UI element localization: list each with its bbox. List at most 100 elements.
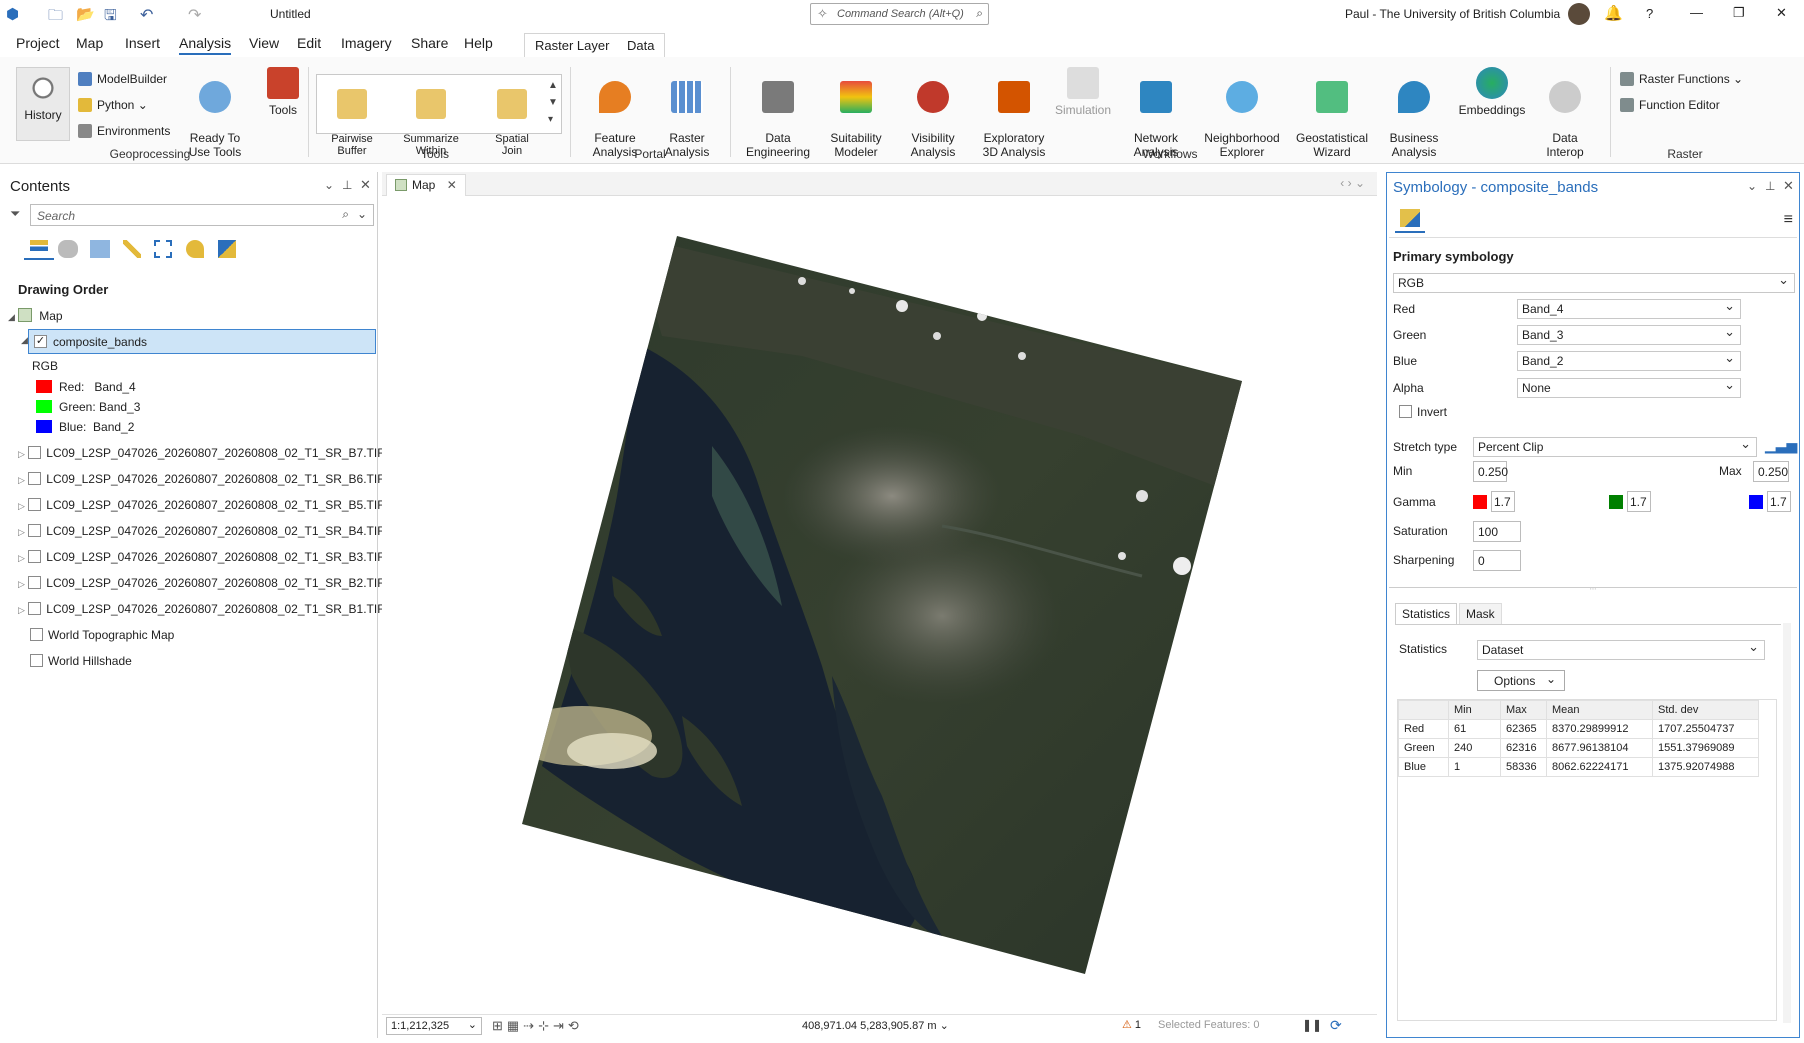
scrollbar[interactable] [1783,623,1791,1023]
simulation-button[interactable]: Simulation [1050,67,1116,117]
list-by-editing-icon[interactable] [123,240,141,258]
spatial-join-button[interactable]: Spatial Join [483,77,541,157]
tab-mask[interactable]: Mask [1459,603,1502,624]
tab-project[interactable]: Project [16,35,60,51]
raster-analysis-button[interactable]: Raster Analysis [656,67,718,159]
tab-nav-icons[interactable]: ‹ › ⌄ [1340,176,1365,190]
layer-checkbox[interactable] [28,472,42,485]
gamma-green-input[interactable]: 1.7 [1627,491,1651,512]
expand-icon[interactable]: ◢ [21,335,28,346]
layer-checkbox[interactable] [30,654,43,667]
close-pane-icon[interactable]: ✕ [1783,178,1794,194]
modelbuilder-button[interactable]: ModelBuilder [78,72,167,86]
summarize-within-button[interactable]: Summarize Within [395,77,467,157]
layer-checkbox[interactable] [28,602,42,615]
tab-help[interactable]: Help [464,35,493,51]
python-button[interactable]: Python ⌄ [78,98,148,112]
checkbox[interactable] [1399,405,1412,418]
pairwise-buffer-button[interactable]: Pairwise Buffer [323,77,381,157]
basemap-hillshade[interactable]: World Hillshade [30,654,132,668]
layer-b5[interactable]: ▷ LC09_L2SP_047026_20260807_20260808_02_… [18,498,385,512]
tab-insert[interactable]: Insert [125,35,160,51]
embeddings-button[interactable]: Embeddings [1454,67,1530,117]
tab-imagery[interactable]: Imagery [341,35,392,51]
tab-share[interactable]: Share [411,35,448,51]
gallery-scroll[interactable]: ▲ ▼ ▾ [548,77,558,128]
contents-search-input[interactable]: Search ⌕ ⌄ [30,204,374,226]
redo-icon[interactable]: ↷ [188,5,201,25]
stretch-type-dropdown[interactable]: Percent Clip [1473,436,1757,457]
splitter[interactable] [377,172,378,1038]
invert-checkbox[interactable]: Invert [1399,405,1447,419]
layer-b4[interactable]: ▷ LC09_L2SP_047026_20260807_20260808_02_… [18,524,385,538]
layer-checkbox[interactable] [28,446,42,459]
user-name[interactable]: Paul - The University of British Columbi… [1345,7,1560,21]
tools-button[interactable]: Tools [258,67,308,117]
ready-to-use-tools-button[interactable]: Ready To Use Tools [180,67,250,159]
coordinates-readout[interactable]: 408,971.04 5,283,905.87 m ⌄ [802,1019,949,1032]
data-engineering-button[interactable]: Data Engineering [740,67,816,159]
data-interop-button[interactable]: Data Interop [1534,67,1596,159]
suitability-modeler-button[interactable]: Suitability Modeler [820,67,892,159]
history-button[interactable]: History [16,67,70,141]
primary-symbology-tab[interactable] [1395,207,1425,233]
neighborhood-explorer-button[interactable]: Neighborhood Explorer [1196,67,1288,159]
geostatistical-wizard-button[interactable]: Geostatistical Wizard [1288,67,1376,159]
green-band-dropdown[interactable]: Band_3 [1517,324,1741,345]
alpha-band-dropdown[interactable]: None [1517,377,1741,398]
visibility-analysis-button[interactable]: Visibility Analysis [898,67,968,159]
gamma-red-input[interactable]: 1.7 [1491,491,1515,512]
tab-analysis[interactable]: Analysis [179,35,232,55]
minimize-button[interactable]: — [1690,5,1703,20]
tab-raster-layer[interactable]: Raster Layer [535,38,609,53]
section-splitter[interactable]: ∙∙∙ [1389,585,1797,593]
layer-visibility-checkbox[interactable]: ✓ [34,335,47,348]
command-search[interactable]: ✧ Command Search (Alt+Q) ⌕ [810,3,989,25]
min-input[interactable]: 0.250 [1473,461,1508,482]
layer-b1[interactable]: ▷ LC09_L2SP_047026_20260807_20260808_02_… [18,602,385,616]
warning-indicator[interactable]: ⚠ 1 [1122,1018,1141,1031]
filter-icon[interactable]: ⏷ [10,206,20,222]
list-by-selection-icon[interactable] [90,240,110,258]
list-by-perspective-icon[interactable] [218,240,236,258]
menu-icon[interactable]: ≡ [1784,211,1793,229]
close-tab-icon[interactable]: ✕ [447,178,457,192]
list-by-source-icon[interactable] [58,240,78,258]
pin-icon[interactable]: ⊥ [1765,179,1775,193]
layer-b3[interactable]: ▷ LC09_L2SP_047026_20260807_20260808_02_… [18,550,385,564]
document-title[interactable]: Untitled [270,7,311,21]
layer-checkbox[interactable] [28,576,42,589]
exploratory-3d-button[interactable]: Exploratory 3D Analysis [966,67,1062,159]
pin-icon[interactable]: ⊥ [342,178,352,192]
open-project-icon[interactable]: 📂 [76,5,95,23]
tab-statistics[interactable]: Statistics [1395,603,1458,624]
navigation-tools-icons[interactable]: ⊞▦⇢⊹⇥⟲ [492,1018,583,1034]
statistics-dropdown[interactable]: Dataset [1477,639,1765,660]
undo-icon[interactable]: ↶ [140,5,153,25]
chevron-down-icon[interactable]: ⌄ [357,207,367,221]
refresh-icon[interactable]: ⟳ [1330,1017,1342,1034]
raster-functions-button[interactable]: Raster Functions ⌄ [1620,72,1743,86]
options-button[interactable]: Options ⌄ [1477,670,1565,691]
histogram-icon[interactable]: ▁▃▅ [1765,437,1797,454]
feature-analysis-button[interactable]: Feature Analysis [580,67,650,159]
tab-data[interactable]: Data [627,38,654,53]
function-editor-button[interactable]: Function Editor [1620,98,1720,112]
notification-icon[interactable]: 🔔 [1604,4,1623,22]
layer-b6[interactable]: ▷ LC09_L2SP_047026_20260807_20260808_02_… [18,472,385,486]
list-by-snapping-icon[interactable] [154,240,172,258]
new-project-icon[interactable]: 🗀 [48,5,63,30]
layer-checkbox[interactable] [28,524,42,537]
layer-b7[interactable]: ▷ LC09_L2SP_047026_20260807_20260808_02_… [18,446,385,460]
pane-menu-icon[interactable]: ⌄ [1747,179,1757,193]
layer-checkbox[interactable] [30,628,43,641]
max-input[interactable]: 0.250 [1753,461,1789,482]
tab-edit[interactable]: Edit [297,35,321,51]
restore-button[interactable]: ❐ [1733,5,1745,21]
pane-menu-icon[interactable]: ⌄ [324,178,334,192]
list-by-labeling-icon[interactable] [186,240,204,258]
map-node[interactable]: ◢ Map [8,308,63,323]
pause-drawing-icon[interactable]: ❚❚ [1302,1018,1322,1032]
close-pane-icon[interactable]: ✕ [360,177,371,193]
layer-checkbox[interactable] [28,550,42,563]
